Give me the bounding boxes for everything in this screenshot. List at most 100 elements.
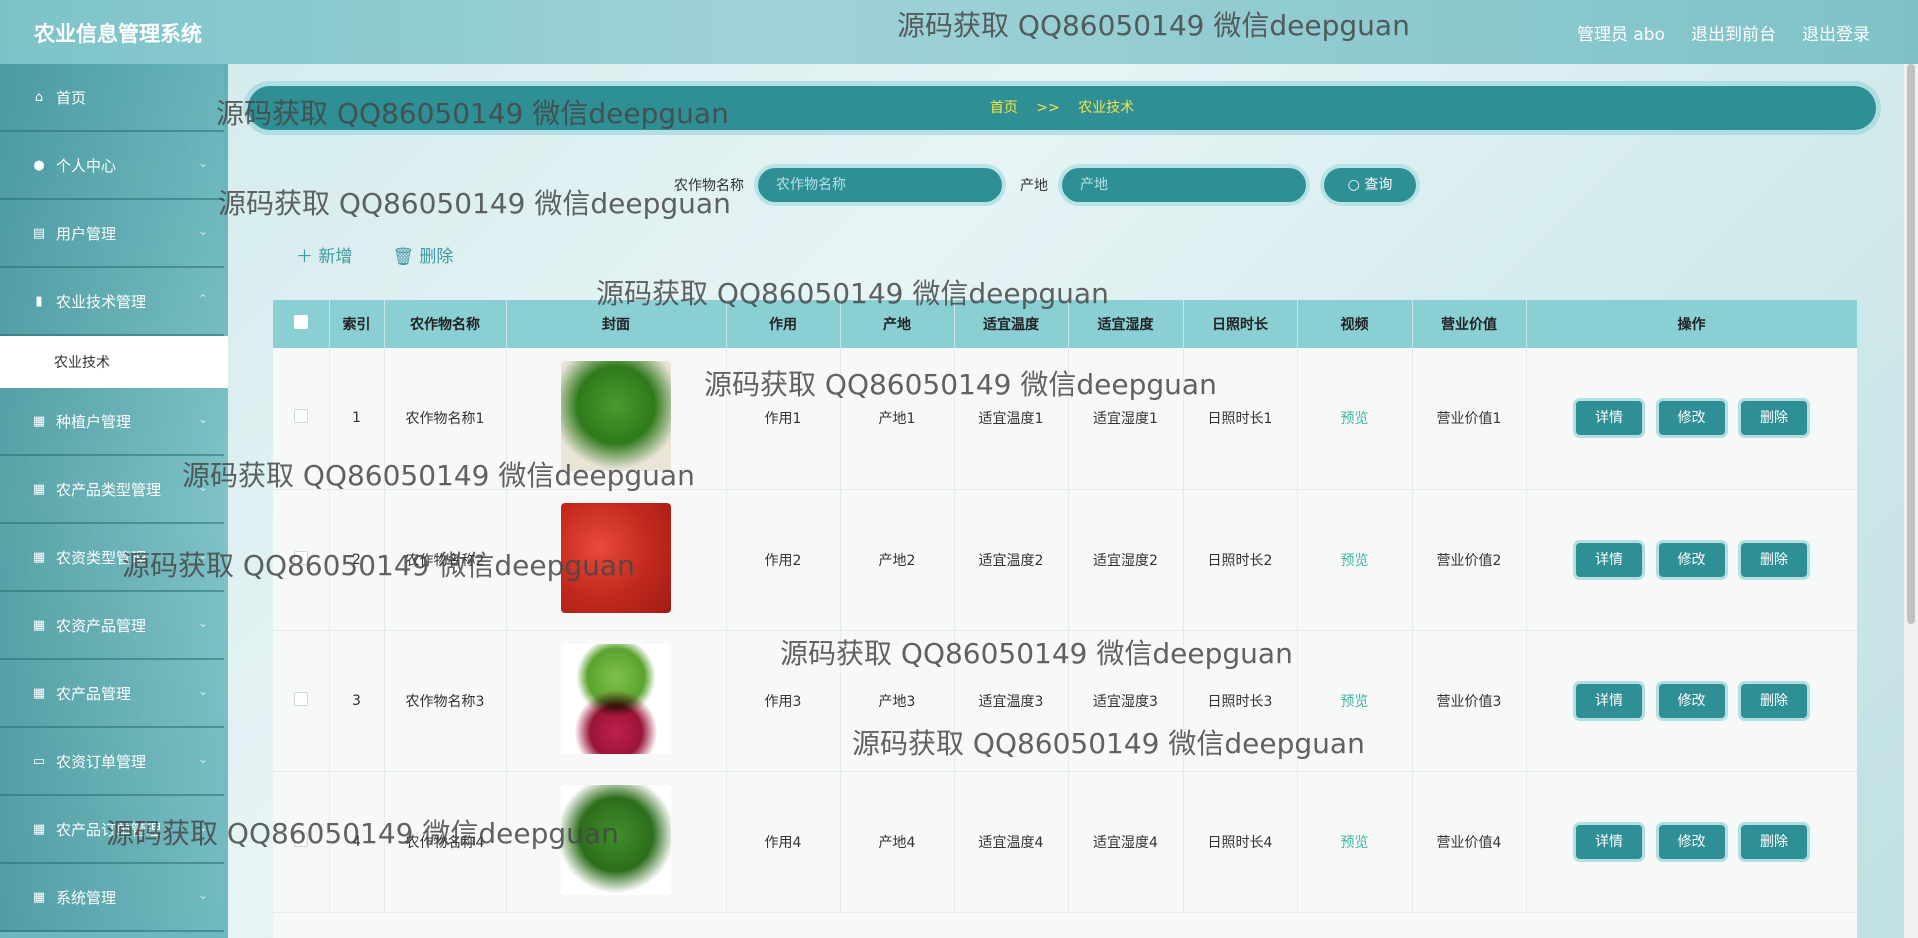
sidebar-item-label: 农资产品管理 [56, 616, 147, 635]
add-button[interactable]: ＋ 新增 [296, 242, 352, 267]
column-header: 日照时长 [1183, 300, 1298, 348]
column-header: 操作 [1526, 300, 1857, 348]
grid-icon: ▦ [32, 889, 46, 905]
grid-icon: ▦ [32, 413, 46, 429]
temperature-cell: 适宜温度2 [954, 489, 1069, 631]
sidebar-item-supply-type-management[interactable]: ▦ 农资类型管理 ⌄ [0, 524, 224, 592]
sidebar-item-supply-order-management[interactable]: ▭ 农资订单管理 ⌄ [0, 728, 224, 796]
table-row: 3 农作物名称3 作用3 产地3 适宜温度3 适宜湿度3 日照时长3 预览 营业… [273, 630, 1857, 772]
chevron-down-icon: ⌄ [197, 156, 208, 170]
sidebar-item-agri-tech-management[interactable]: ▮ 农业技术管理 ⌃ [0, 268, 224, 336]
sidebar-item-product-type-management[interactable]: ▦ 农产品类型管理 ⌄ [0, 456, 224, 524]
crop-name-cell: 农作物名称4 [384, 771, 507, 913]
sidebar-item-grower-management[interactable]: ▦ 种植户管理 ⌄ [0, 388, 224, 456]
humidity-cell: 适宜湿度3 [1068, 630, 1184, 772]
monitor-icon: ▭ [32, 753, 46, 769]
delete-button[interactable]: 删除 [1740, 401, 1807, 436]
select-all-checkbox[interactable] [293, 315, 308, 329]
edit-button[interactable]: 修改 [1658, 401, 1725, 436]
temperature-cell: 适宜温度4 [954, 771, 1069, 913]
video-preview-link[interactable]: 预览 [1341, 694, 1369, 710]
delete-button[interactable]: 删除 [1740, 683, 1807, 718]
temperature-cell: 适宜温度3 [954, 630, 1069, 772]
top-bar: 农业信息管理系统 管理员 abo 退出到前台 退出登录 [0, 0, 1918, 64]
crop-name-cell: 农作物名称3 [384, 630, 507, 772]
chevron-down-icon: ⌄ [197, 888, 208, 902]
table-row: 2 农作物名称2 作用2 产地2 适宜温度2 适宜湿度2 日照时长2 预览 营业… [273, 489, 1857, 631]
row-checkbox[interactable] [293, 691, 308, 706]
sidebar-item-system-management[interactable]: ▦ 系统管理 ⌄ [0, 864, 224, 932]
sidebar-item-label: 首页 [56, 88, 87, 107]
sidebar-item-product-order-management[interactable]: ▦ 农产品订单管理 ⌄ [0, 796, 224, 864]
edit-button[interactable]: 修改 [1658, 542, 1725, 577]
edit-button[interactable]: 修改 [1658, 824, 1725, 859]
sidebar-item-label: 农产品订单管理 [56, 820, 162, 839]
chevron-down-icon: ⌄ [197, 548, 208, 562]
query-button[interactable]: ○ 查询 [1324, 168, 1416, 202]
origin-cell: 产地2 [840, 489, 955, 631]
query-button-label: 查询 [1364, 177, 1393, 193]
value-cell: 营业价值1 [1412, 348, 1527, 490]
sidebar-item-label: 系统管理 [56, 888, 117, 907]
detail-button[interactable]: 详情 [1576, 542, 1643, 577]
batch-delete-button[interactable]: 🗑 删除 [392, 242, 453, 267]
sidebar-item-label: 个人中心 [56, 156, 117, 175]
video-preview-link[interactable]: 预览 [1341, 835, 1369, 851]
index-cell: 4 [329, 771, 385, 913]
video-preview-link[interactable]: 预览 [1341, 411, 1369, 427]
column-header: 产地 [840, 300, 955, 348]
chevron-down-icon: ⌄ [197, 820, 208, 834]
sidebar-item-supply-product-management[interactable]: ▦ 农资产品管理 ⌄ [0, 592, 224, 660]
sunlight-cell: 日照时长3 [1183, 630, 1298, 772]
table-row: 4 农作物名称4 作用4 产地4 适宜温度4 适宜湿度4 日照时长4 预览 营业… [273, 771, 1857, 913]
chevron-down-icon: ⌄ [197, 616, 208, 630]
delete-button[interactable]: 删除 [1740, 824, 1807, 859]
cover-image [561, 643, 671, 754]
origin-cell: 产地1 [840, 348, 955, 490]
grid-icon: ▦ [32, 549, 46, 565]
column-header: 封面 [506, 300, 727, 348]
origin-cell: 产地3 [840, 630, 955, 772]
value-cell: 营业价值2 [1412, 489, 1527, 631]
crop-name-cell: 农作物名称2 [384, 489, 507, 631]
value-cell: 营业价值3 [1412, 630, 1527, 772]
column-header: 适宜湿度 [1068, 300, 1184, 348]
sidebar-item-product-management[interactable]: ▦ 农产品管理 ⌄ [0, 660, 224, 728]
grid-icon: ▦ [32, 481, 46, 497]
index-cell: 1 [329, 348, 385, 490]
logout-link[interactable]: 退出登录 [1802, 20, 1870, 45]
trash-icon: 🗑 [392, 247, 420, 267]
humidity-cell: 适宜湿度1 [1068, 348, 1184, 490]
detail-button[interactable]: 详情 [1576, 683, 1643, 718]
delete-button[interactable]: 删除 [1740, 542, 1807, 577]
row-checkbox[interactable] [293, 832, 308, 847]
breadcrumb-home[interactable]: 首页 [990, 100, 1018, 116]
chevron-down-icon: ⌄ [197, 224, 208, 238]
sidebar-subitem-agri-tech[interactable]: 农业技术 [0, 336, 228, 388]
page-scrollbar[interactable] [1904, 64, 1918, 938]
use-cell: 作用1 [726, 348, 841, 490]
detail-button[interactable]: 详情 [1576, 824, 1643, 859]
main-content: 首页 >> 农业技术 农作物名称 农作物名称 产地 产地 ○ 查询 ＋ 新增 🗑… [228, 64, 1918, 938]
edit-button[interactable]: 修改 [1658, 683, 1725, 718]
video-preview-link[interactable]: 预览 [1341, 553, 1369, 569]
sidebar-item-home[interactable]: ⌂ 首页 [0, 64, 224, 132]
sidebar-item-user-management[interactable]: ▤ 用户管理 ⌄ [0, 200, 224, 268]
crop-name-input[interactable]: 农作物名称 [758, 168, 1002, 202]
bar-chart-icon: ▮ [35, 293, 43, 309]
grid-icon: ▦ [32, 821, 46, 837]
app-title: 农业信息管理系统 [34, 22, 202, 46]
row-checkbox[interactable] [293, 550, 308, 565]
origin-input[interactable]: 产地 [1062, 168, 1306, 202]
select-all-checkbox-cell[interactable] [273, 300, 330, 348]
home-icon: ⌂ [34, 89, 44, 105]
row-checkbox[interactable] [293, 409, 308, 424]
sidebar-item-personal-center[interactable]: ● 个人中心 ⌄ [0, 132, 224, 200]
crop-name-cell: 农作物名称1 [384, 348, 507, 490]
origin-label: 产地 [1020, 178, 1048, 194]
cover-image [561, 784, 671, 895]
detail-button[interactable]: 详情 [1576, 401, 1643, 436]
scrollbar-thumb[interactable] [1907, 64, 1915, 624]
exit-to-front-link[interactable]: 退出到前台 [1691, 20, 1776, 45]
crop-name-label: 农作物名称 [674, 178, 744, 194]
